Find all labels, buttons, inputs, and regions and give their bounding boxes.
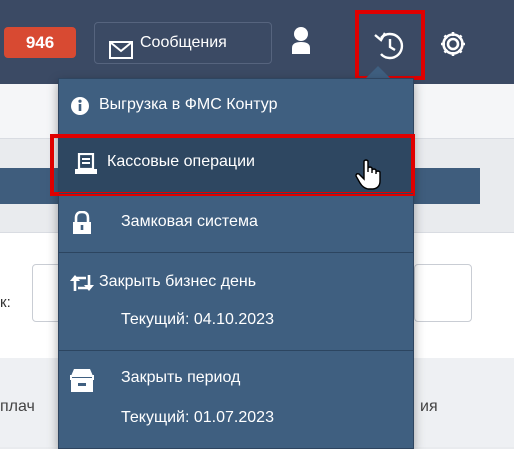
page-panel-right — [414, 84, 514, 139]
gear-icon[interactable] — [438, 29, 468, 64]
menu-item-label: Замковая система — [121, 213, 258, 230]
menu-item-lock-system[interactable]: Замковая система — [59, 194, 413, 252]
table-header-fragment-left: плач — [0, 398, 35, 415]
info-icon — [70, 96, 90, 121]
user-icon[interactable] — [290, 26, 312, 61]
current-period: Текущий: 01.07.2023 — [121, 409, 274, 426]
menu-item-label: Закрыть период — [121, 369, 241, 386]
table-header-fragment-right: ия — [420, 398, 438, 415]
messages-label: Сообщения — [140, 34, 227, 51]
archive-icon — [70, 367, 94, 398]
menu-item-close-business-day[interactable]: Закрыть бизнес день Текущий: 04.10.2023 — [59, 253, 413, 350]
current-business-day: Текущий: 04.10.2023 — [121, 311, 274, 328]
filter-input-right[interactable] — [414, 264, 472, 322]
menu-item-label: Закрыть бизнес день — [99, 273, 257, 290]
envelope-icon — [109, 35, 133, 75]
hand-pointer-icon — [355, 159, 383, 196]
history-icon — [374, 32, 404, 60]
lock-icon — [72, 210, 92, 240]
menu-item-cash-operations[interactable]: Кассовые операции — [50, 134, 415, 196]
notifications-badge[interactable]: 946 — [4, 27, 76, 58]
menu-item-fms-export[interactable]: Выгрузка в ФМС Контур — [59, 79, 413, 136]
retweet-icon — [69, 273, 95, 298]
cash-register-icon — [74, 152, 98, 180]
top-navbar: 946 Сообщения — [0, 0, 514, 84]
menu-item-close-period[interactable]: Закрыть период Текущий: 01.07.2023 — [59, 351, 413, 448]
menu-item-label: Кассовые операции — [107, 153, 255, 170]
history-dropdown-menu: Выгрузка в ФМС Контур Кассовые операции — [50, 78, 415, 449]
messages-button[interactable]: Сообщения — [94, 22, 272, 64]
dropdown-caret — [366, 66, 390, 78]
menu-item-label: Выгрузка в ФМС Контур — [99, 96, 278, 113]
filter-label-fragment: к: — [0, 294, 11, 311]
